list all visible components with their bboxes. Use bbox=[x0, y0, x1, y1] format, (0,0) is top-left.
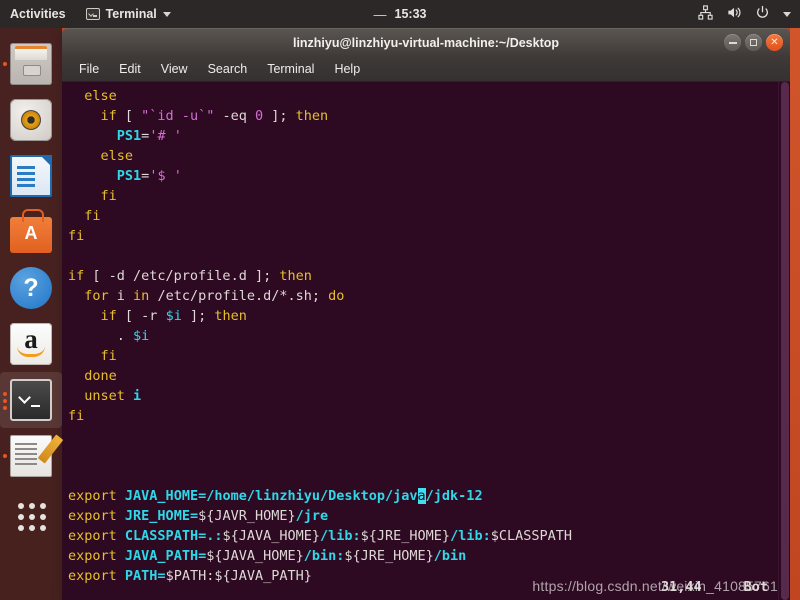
terminal-line: if [ -r $i ]; then bbox=[100, 308, 247, 324]
app-menu-button[interactable]: Terminal bbox=[78, 7, 179, 21]
activities-button[interactable]: Activities bbox=[0, 7, 78, 21]
terminal-line: if [ "`id -u`" -eq 0 ]; then bbox=[100, 108, 329, 124]
terminal-line: unset i bbox=[84, 388, 142, 404]
chevron-down-icon bbox=[162, 11, 171, 17]
gnome-top-bar: Activities Terminal — 15:33 bbox=[0, 0, 800, 28]
terminal-line: else bbox=[84, 88, 117, 104]
help-icon bbox=[10, 267, 52, 309]
clock-label[interactable]: 15:33 bbox=[395, 7, 427, 21]
maximize-icon[interactable] bbox=[745, 34, 762, 51]
terminal-icon bbox=[85, 8, 100, 20]
vim-buffer[interactable]: else if [ "`id -u`" -eq 0 ]; then PS1='#… bbox=[68, 86, 770, 600]
vim-scroll-state: Bot bbox=[743, 579, 768, 595]
terminal-line: else bbox=[100, 148, 134, 164]
music-player-icon bbox=[10, 99, 52, 141]
menu-item-terminal[interactable]: Terminal bbox=[259, 59, 322, 79]
ubuntu-dock bbox=[0, 28, 62, 600]
app-menu-label: Terminal bbox=[105, 7, 157, 21]
window-controls: ✕ bbox=[724, 34, 790, 51]
dock-item-files[interactable] bbox=[0, 36, 62, 92]
clock-area[interactable]: — 15:33 bbox=[280, 7, 520, 22]
dock-item-rhythmbox[interactable] bbox=[0, 92, 62, 148]
window-titlebar[interactable]: linzhiyu@linzhiyu-virtual-machine:~/Desk… bbox=[62, 28, 790, 56]
terminal-line: export JAVA_PATH=${JAVA_HOME}/bin:${JRE_… bbox=[68, 548, 467, 564]
document-icon bbox=[10, 155, 52, 197]
terminal-line: fi bbox=[100, 348, 117, 364]
desktop-right-strip bbox=[790, 28, 800, 600]
power-icon[interactable] bbox=[755, 5, 770, 23]
vim-ruler: 31,44 Bot bbox=[661, 577, 768, 597]
top-bar-left: Activities Terminal bbox=[0, 7, 179, 21]
terminal-line: PS1='# ' bbox=[116, 128, 182, 144]
running-indicator bbox=[3, 454, 7, 458]
terminal-window: linzhiyu@linzhiyu-virtual-machine:~/Desk… bbox=[62, 28, 790, 600]
terminal-line: fi bbox=[100, 188, 117, 204]
terminal-menubar: File Edit View Search Terminal Help bbox=[62, 56, 790, 82]
terminal-scrollbar[interactable] bbox=[778, 82, 790, 600]
text-cursor: a bbox=[417, 488, 426, 504]
dock-item-help[interactable] bbox=[0, 260, 62, 316]
menu-item-edit[interactable]: Edit bbox=[111, 59, 149, 79]
terminal-line: fi bbox=[68, 408, 85, 424]
menu-item-view[interactable]: View bbox=[153, 59, 196, 79]
terminal-viewport[interactable]: else if [ "`id -u`" -eq 0 ]; then PS1='#… bbox=[62, 82, 790, 600]
notification-dash: — bbox=[373, 6, 387, 22]
terminal-line: fi bbox=[84, 208, 101, 224]
network-icon[interactable] bbox=[698, 5, 713, 23]
terminal-line: fi bbox=[68, 228, 85, 244]
dock-item-libreoffice-writer[interactable] bbox=[0, 148, 62, 204]
minimize-icon[interactable] bbox=[724, 34, 741, 51]
running-indicator bbox=[3, 62, 7, 66]
dock-item-amazon[interactable] bbox=[0, 316, 62, 372]
text-editor-icon bbox=[10, 435, 52, 477]
files-icon bbox=[10, 43, 52, 85]
terminal-line: export JAVA_HOME=/home/linzhiyu/Desktop/… bbox=[68, 488, 483, 504]
window-title: linzhiyu@linzhiyu-virtual-machine:~/Desk… bbox=[292, 35, 560, 50]
terminal-line: export JRE_HOME=${JAVR_HOME}/jre bbox=[68, 508, 329, 524]
menu-item-search[interactable]: Search bbox=[200, 59, 256, 79]
terminal-line: PS1='$ ' bbox=[116, 168, 182, 184]
terminal-line: done bbox=[84, 368, 117, 384]
volume-icon[interactable] bbox=[726, 5, 742, 23]
menu-item-file[interactable]: File bbox=[71, 59, 107, 79]
dock-item-text-editor[interactable] bbox=[0, 428, 62, 484]
terminal-icon bbox=[10, 379, 52, 421]
chevron-down-icon[interactable] bbox=[783, 11, 791, 17]
software-bag-icon bbox=[10, 208, 52, 253]
terminal-line: for i in /etc/profile.d/*.sh; do bbox=[84, 288, 345, 304]
system-status-area[interactable] bbox=[698, 5, 800, 23]
apps-grid-icon bbox=[18, 503, 46, 531]
terminal-line: . $i bbox=[68, 328, 150, 344]
menu-item-help[interactable]: Help bbox=[326, 59, 368, 79]
close-icon[interactable]: ✕ bbox=[766, 34, 783, 51]
vim-cursor-position: 31,44 bbox=[660, 579, 702, 595]
dock-item-ubuntu-software[interactable] bbox=[0, 204, 62, 260]
dock-item-terminal[interactable] bbox=[0, 372, 62, 428]
amazon-icon bbox=[10, 323, 52, 365]
dock-item-show-applications[interactable] bbox=[0, 484, 62, 540]
terminal-line: if [ -d /etc/profile.d ]; then bbox=[68, 268, 312, 284]
terminal-line: export CLASSPATH=.:${JAVA_HOME}/lib:${JR… bbox=[68, 528, 572, 544]
